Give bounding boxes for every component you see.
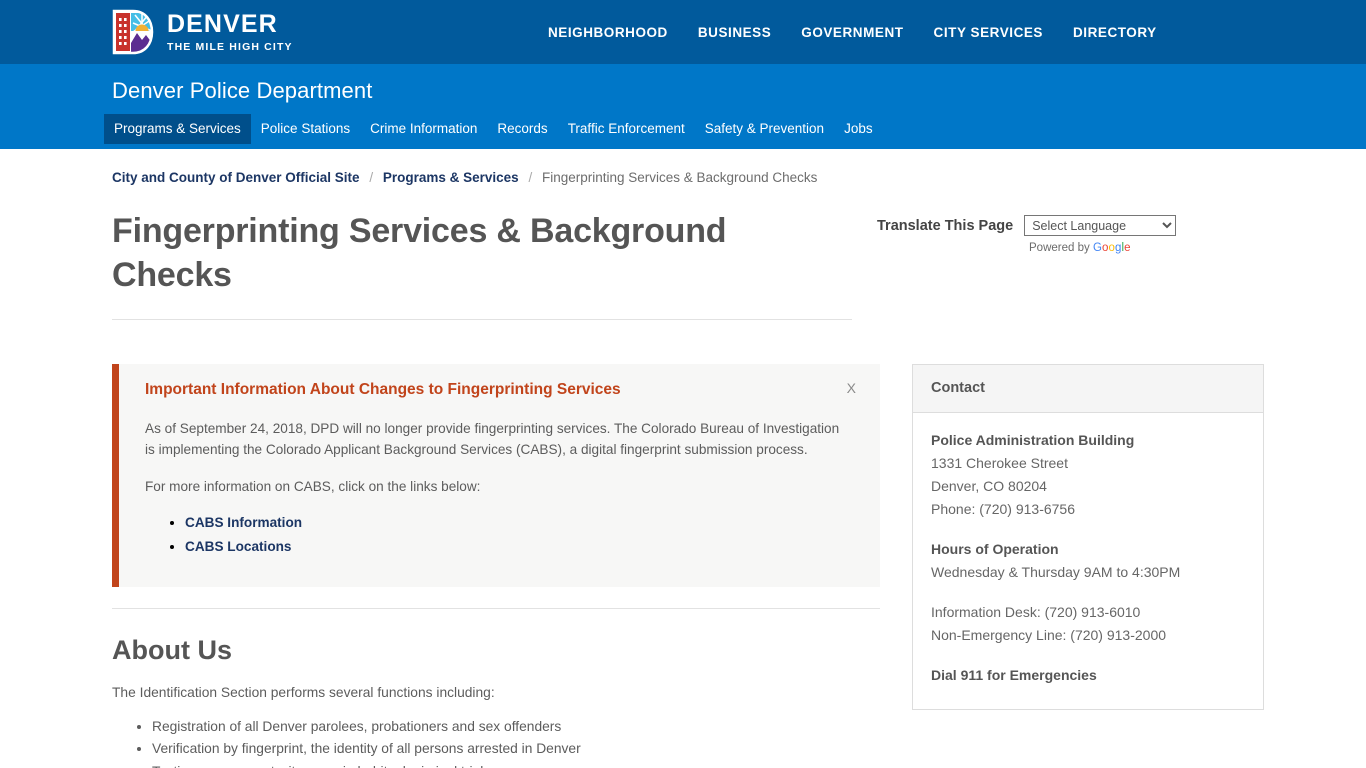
contact-lines-block: Information Desk: (720) 913-6010 Non-Eme…	[931, 601, 1245, 647]
nav-item-business[interactable]: BUSINESS	[698, 25, 771, 40]
powered-by-text: Powered by	[1029, 242, 1090, 254]
dept-nav-traffic-enforcement[interactable]: Traffic Enforcement	[558, 114, 695, 144]
alert-banner: X Important Information About Changes to…	[112, 364, 880, 587]
dept-nav-crime-information[interactable]: Crime Information	[360, 114, 487, 144]
breadcrumb-item-current: Fingerprinting Services & Background Che…	[541, 170, 818, 185]
language-select[interactable]: Select Language	[1024, 215, 1177, 236]
dept-nav-records[interactable]: Records	[487, 114, 557, 144]
breadcrumb: City and County of Denver Official Site …	[112, 169, 1366, 187]
brand-wordmark: DENVER THE MILE HIGH CITY	[167, 9, 293, 53]
contact-emergency-block: Dial 911 for Emergencies	[931, 664, 1245, 687]
close-icon[interactable]: X	[841, 380, 862, 396]
main-column: X Important Information About Changes to…	[112, 364, 880, 768]
list-item: CABS Information	[185, 513, 858, 532]
nav-item-directory[interactable]: DIRECTORY	[1073, 25, 1157, 40]
title-column: Fingerprinting Services & Background Che…	[112, 209, 852, 320]
band-underline	[0, 144, 1366, 149]
department-title: Denver Police Department	[112, 78, 373, 103]
alert-title: Important Information About Changes to F…	[145, 381, 621, 398]
contact-city-state-zip: Denver, CO 80204	[931, 478, 1047, 494]
contact-hours-heading: Hours of Operation	[931, 541, 1059, 557]
contact-information-desk: Information Desk: (720) 913-6010	[931, 604, 1141, 620]
contact-hours-block: Hours of Operation Wednesday & Thursday …	[931, 538, 1245, 584]
brand-tagline: THE MILE HIGH CITY	[167, 40, 293, 53]
list-item: Verification by fingerprint, the identit…	[152, 738, 880, 760]
contact-card: Contact Police Administration Building 1…	[912, 364, 1264, 710]
translate-row: Translate This Page Select Language	[877, 215, 1207, 236]
contact-card-body: Police Administration Building 1331 Cher…	[913, 413, 1263, 709]
about-us-list: Registration of all Denver parolees, pro…	[112, 716, 880, 768]
powered-by-google: Powered by Google	[1029, 242, 1207, 254]
breadcrumb-separator: /	[369, 170, 374, 185]
title-row: Fingerprinting Services & Background Che…	[0, 209, 1366, 320]
section-divider	[112, 608, 880, 609]
alert-link-list: CABS Information CABS Locations	[145, 513, 858, 556]
dept-nav-programs-services[interactable]: Programs & Services	[104, 114, 251, 144]
department-navigation: Programs & Services Police Stations Crim…	[104, 114, 1366, 144]
translate-widget: Translate This Page Select Language Powe…	[877, 209, 1207, 320]
brand-title: DENVER	[167, 9, 278, 38]
cabs-information-link[interactable]: CABS Information	[185, 515, 302, 530]
list-item: Registration of all Denver parolees, pro…	[152, 716, 880, 738]
sidebar-column: Contact Police Administration Building 1…	[912, 364, 1264, 768]
alert-paragraph-1: As of September 24, 2018, DPD will no lo…	[145, 421, 840, 457]
google-wordmark: Google	[1092, 242, 1131, 254]
about-us-intro: The Identification Section performs seve…	[112, 685, 495, 700]
about-us-heading: About Us	[112, 635, 232, 665]
denver-logo-link[interactable]: DENVER THE MILE HIGH CITY	[112, 9, 293, 55]
nav-item-government[interactable]: GOVERNMENT	[801, 25, 903, 40]
dept-nav-jobs[interactable]: Jobs	[834, 114, 883, 144]
primary-navigation: NEIGHBORHOOD BUSINESS GOVERNMENT CITY SE…	[548, 0, 1157, 64]
contact-phone: Phone: (720) 913-6756	[931, 501, 1075, 517]
cabs-locations-link[interactable]: CABS Locations	[185, 539, 292, 554]
breadcrumb-item-home[interactable]: City and County of Denver Official Site	[112, 170, 360, 185]
site-header: DENVER THE MILE HIGH CITY NEIGHBORHOOD B…	[0, 0, 1366, 64]
contact-hours-value: Wednesday & Thursday 9AM to 4:30PM	[931, 564, 1181, 580]
department-band: Denver Police Department Programs & Serv…	[0, 64, 1366, 149]
breadcrumb-item-programs-services[interactable]: Programs & Services	[383, 170, 519, 185]
contact-address-block: Police Administration Building 1331 Cher…	[931, 429, 1245, 521]
list-item: Testimony as expert witnesses in habitua…	[152, 761, 880, 768]
alert-paragraph-2: For more information on CABS, click on t…	[145, 479, 481, 494]
contact-card-heading: Contact	[913, 365, 1263, 413]
breadcrumb-separator: /	[528, 170, 533, 185]
nav-item-neighborhood[interactable]: NEIGHBORHOOD	[548, 25, 668, 40]
denver-d-logo-icon	[112, 9, 154, 55]
translate-label: Translate This Page	[877, 217, 1014, 234]
nav-item-city-services[interactable]: CITY SERVICES	[934, 25, 1043, 40]
page-title: Fingerprinting Services & Background Che…	[112, 212, 727, 294]
dept-nav-safety-prevention[interactable]: Safety & Prevention	[695, 114, 834, 144]
main-grid: X Important Information About Changes to…	[112, 364, 1366, 768]
dept-nav-police-stations[interactable]: Police Stations	[251, 114, 360, 144]
list-item: CABS Locations	[185, 537, 858, 556]
contact-non-emergency-line: Non-Emergency Line: (720) 913-2000	[931, 627, 1167, 643]
contact-emergency-note: Dial 911 for Emergencies	[931, 667, 1097, 683]
contact-building-name: Police Administration Building	[931, 432, 1135, 448]
contact-street: 1331 Cherokee Street	[931, 455, 1068, 471]
page-content: City and County of Denver Official Site …	[0, 169, 1366, 768]
title-divider	[112, 319, 852, 320]
